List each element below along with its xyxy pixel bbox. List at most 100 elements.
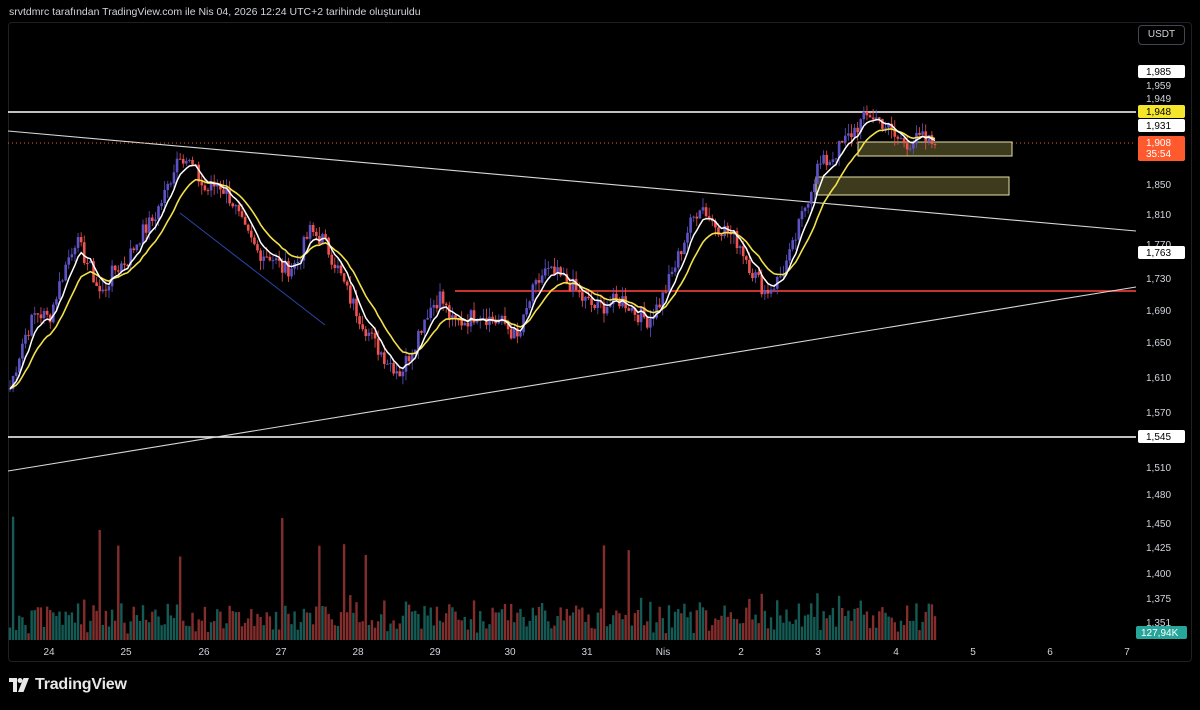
time-tick: Nis	[656, 647, 670, 658]
volume-bar	[763, 610, 767, 640]
volume-bar	[828, 615, 832, 640]
volume-bar	[237, 611, 241, 640]
volume-bar	[772, 629, 776, 640]
candle-body	[757, 272, 760, 275]
volume-bar	[853, 608, 856, 640]
volume-bar	[200, 620, 204, 640]
volume-bar	[850, 620, 853, 640]
tradingview-logo[interactable]: TradingView	[9, 676, 127, 694]
volume-bar	[182, 620, 185, 640]
candle-body	[268, 256, 272, 261]
volume-bar	[803, 615, 807, 640]
volume-bar	[417, 613, 420, 640]
volume-bar	[924, 611, 927, 640]
price-tick: 1,425	[1146, 543, 1171, 554]
candle-body	[636, 314, 640, 323]
volume-bar	[754, 614, 757, 640]
volume-bar	[376, 621, 380, 640]
volume-bar	[689, 611, 692, 640]
candle-body	[695, 216, 699, 219]
candle-body	[395, 371, 399, 374]
candle-body	[856, 127, 859, 133]
currency-button[interactable]: USDT	[1138, 25, 1185, 45]
supply-zone-lower[interactable]	[815, 176, 1010, 196]
candle-body	[605, 306, 609, 314]
candle-body	[135, 244, 139, 251]
candle-body	[160, 203, 163, 207]
candle-body	[324, 234, 327, 238]
volume-bar	[927, 603, 931, 640]
candle-body	[392, 363, 395, 374]
candle-body	[686, 232, 689, 243]
volume-bar	[157, 616, 160, 640]
candle-body	[253, 237, 256, 245]
candle-body	[107, 286, 111, 291]
candle-body	[98, 285, 102, 292]
volume-bar	[596, 612, 599, 640]
volume-bar	[593, 628, 596, 640]
candle-body	[58, 281, 61, 300]
ascending-trendline[interactable]	[7, 286, 1137, 472]
volume-bar	[463, 616, 466, 640]
volume-bar	[240, 626, 244, 640]
volume-bar	[166, 603, 169, 640]
volume-bar	[562, 620, 565, 640]
volume-bar	[222, 628, 225, 640]
volume-bar	[151, 611, 154, 640]
volume-bar	[776, 600, 779, 640]
volume-bar	[871, 615, 875, 640]
volume-bar	[231, 611, 234, 640]
volume-bar	[268, 616, 272, 640]
price-tick: 1,375	[1146, 594, 1171, 605]
price-label-top: 1,985	[1146, 67, 1171, 78]
volume-bar	[64, 611, 67, 640]
volume-bar	[847, 610, 850, 640]
resistance-label: 1,948	[1146, 107, 1171, 118]
volume-bar	[120, 603, 123, 640]
candle-body	[546, 267, 550, 269]
volume-bar	[574, 605, 578, 640]
candle-body	[311, 225, 315, 232]
candle-body	[116, 270, 120, 272]
volume-bar	[370, 620, 374, 640]
volume-bar	[506, 620, 510, 640]
candle-body	[417, 330, 420, 350]
volume-bar	[831, 607, 835, 640]
volume-bar	[642, 625, 646, 640]
volume-bar	[339, 612, 343, 640]
candle-body	[673, 267, 677, 272]
volume-bar	[794, 619, 797, 640]
volume-bar	[624, 614, 627, 640]
candle-body	[847, 133, 850, 136]
candle-body	[206, 190, 210, 192]
time-tick: 30	[504, 647, 516, 658]
volume-bar	[141, 605, 145, 640]
candle-body	[933, 143, 937, 145]
volume-bar	[834, 626, 838, 640]
time-axis[interactable]: 24 25 26 27 28 29 30 31 Nis 2 3 4 5 6 7	[43, 647, 1130, 658]
candle-body	[596, 300, 600, 308]
candle-body	[840, 141, 844, 143]
candle-body	[308, 225, 312, 239]
candle-body	[788, 249, 791, 261]
candle-body	[794, 239, 798, 241]
volume-bars	[8, 516, 937, 640]
volume-bar	[21, 617, 24, 640]
volume-bar	[380, 614, 383, 640]
volume-bar	[711, 625, 714, 640]
price-tick: 1,810	[1146, 210, 1171, 221]
candle-body	[95, 282, 98, 286]
volume-bar	[717, 619, 720, 640]
volume-bar	[175, 604, 179, 640]
volume-bar	[550, 628, 553, 640]
volume-bar	[327, 613, 330, 640]
blue-trendline[interactable]	[179, 212, 326, 326]
volume-bar	[61, 624, 64, 640]
volume-bar	[909, 620, 912, 640]
candle-body	[73, 247, 77, 255]
candle-body	[336, 265, 340, 269]
candle-body	[587, 296, 590, 299]
price-chart[interactable]: 1,985 1,959 1,949 1,850 1,810 1,770 1,73…	[0, 0, 1200, 710]
candle-body	[683, 242, 686, 255]
volume-bar	[234, 612, 238, 640]
